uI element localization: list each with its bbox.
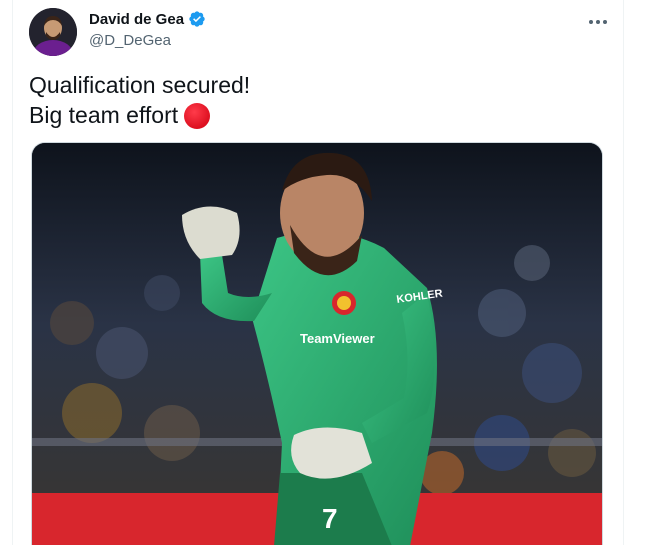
goalkeeper-celebration-photo: TeamViewer KOHLER 7 (32, 143, 602, 545)
more-horizontal-icon (589, 20, 593, 24)
tweet-photo[interactable]: TeamViewer KOHLER 7 (31, 142, 603, 545)
profile-avatar[interactable] (29, 8, 77, 56)
sponsor-text: TeamViewer (300, 331, 375, 346)
tweet-text-line-1: Qualification secured! (29, 72, 251, 98)
avatar-image (29, 8, 77, 56)
tweet-text-line-2-wrap: Big team effort (29, 100, 250, 130)
display-name[interactable]: David de Gea (89, 11, 184, 28)
tweet-card: David de Gea @D_DeGea Qualification secu… (12, 0, 624, 545)
verified-badge-icon (189, 11, 205, 27)
tweet-text-line-2: Big team effort (29, 102, 179, 128)
tweet-text: Qualification secured! Big team effort (29, 70, 250, 130)
display-name-row[interactable]: David de Gea (89, 10, 206, 28)
more-options-button[interactable] (581, 8, 615, 36)
red-circle-emoji (184, 103, 211, 129)
shorts-number: 7 (322, 503, 338, 534)
user-handle[interactable]: @D_DeGea (89, 32, 171, 49)
